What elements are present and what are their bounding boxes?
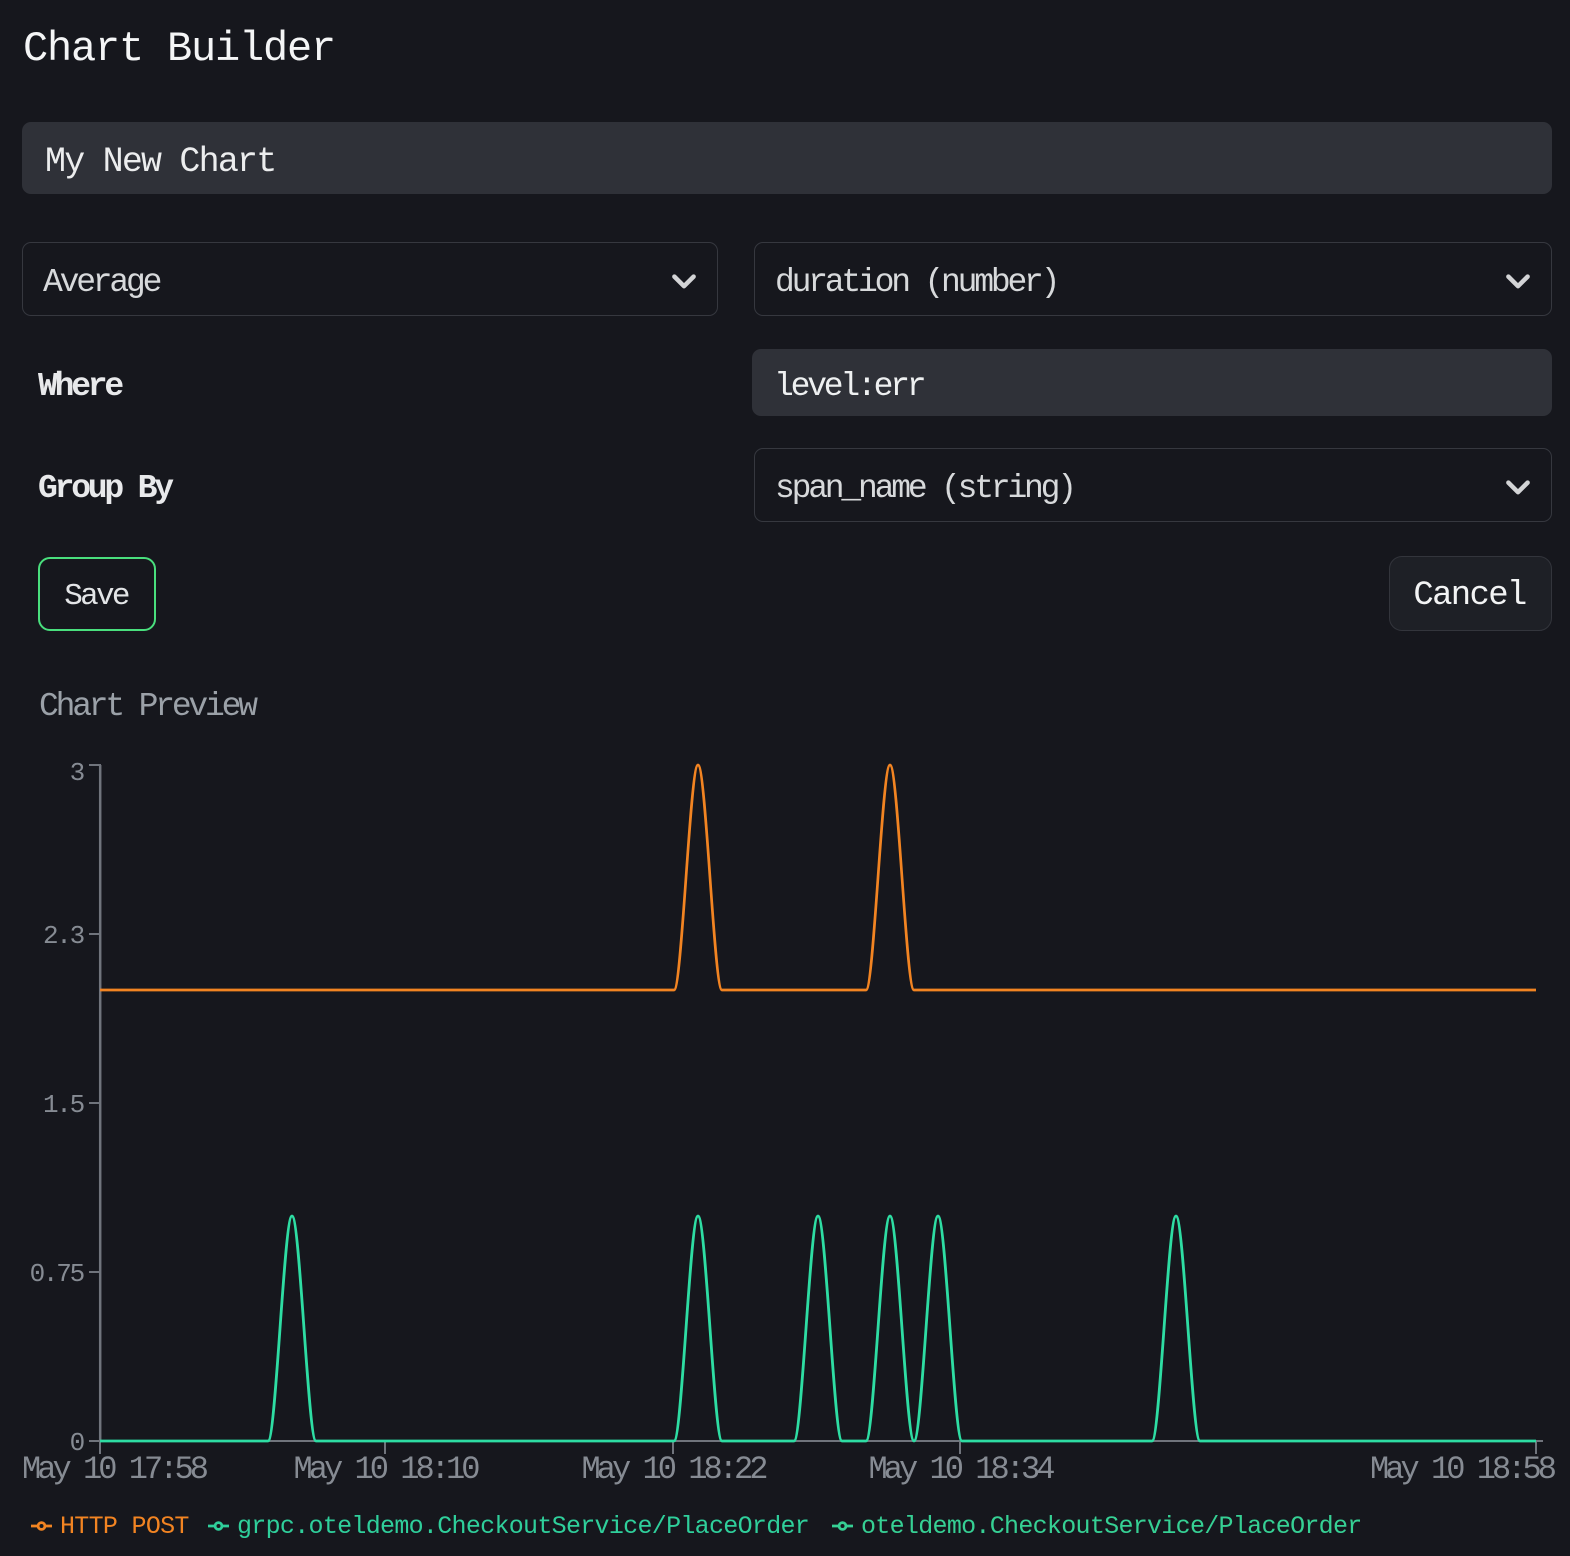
svg-text:May 10 18:22: May 10 18:22 [581,1451,766,1488]
svg-text:May 10 18:34: May 10 18:34 [868,1451,1054,1488]
svg-text:0.75: 0.75 [30,1259,84,1289]
svg-text:May 10 18:58: May 10 18:58 [1370,1451,1556,1488]
svg-text:May 10 17:58: May 10 17:58 [22,1451,208,1488]
svg-text:HTTP POST: HTTP POST [60,1512,189,1541]
svg-text:May 10 18:10: May 10 18:10 [293,1451,479,1488]
svg-text:grpc.oteldemo.CheckoutService/: grpc.oteldemo.CheckoutService/PlaceOrder [237,1512,809,1541]
svg-text:2.3: 2.3 [43,921,84,951]
svg-text:1.5: 1.5 [43,1090,84,1120]
svg-text:3: 3 [70,758,84,788]
svg-text:oteldemo.CheckoutService/Place: oteldemo.CheckoutService/PlaceOrder [861,1512,1362,1541]
